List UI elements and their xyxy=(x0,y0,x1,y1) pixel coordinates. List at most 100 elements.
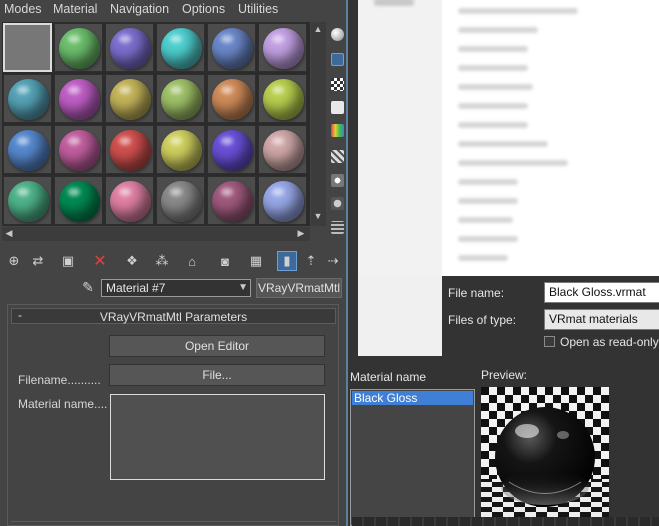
sample-type-icon[interactable] xyxy=(331,28,344,41)
menu-modes[interactable]: Modes xyxy=(4,2,42,16)
files-of-type-label: Files of type: xyxy=(448,313,517,327)
list-item-black-gloss[interactable]: Black Gloss xyxy=(352,391,473,405)
put-to-library-icon[interactable]: ⌂ xyxy=(182,251,202,271)
bottom-edge xyxy=(352,517,659,526)
scroll-up-icon[interactable]: ▲ xyxy=(311,24,325,34)
sample-slot[interactable] xyxy=(207,125,256,174)
sample-slot[interactable] xyxy=(156,176,205,225)
file-item[interactable] xyxy=(458,236,518,242)
make-copy-icon[interactable]: ❖ xyxy=(122,251,142,271)
file-name-input[interactable]: Black Gloss.vrmat xyxy=(544,282,659,303)
material-sphere xyxy=(263,28,304,69)
sample-slot[interactable] xyxy=(105,23,154,72)
sample-slot[interactable] xyxy=(54,176,103,225)
sample-slot[interactable] xyxy=(3,125,52,174)
file-item[interactable] xyxy=(458,122,528,128)
file-item[interactable] xyxy=(458,46,528,52)
reset-map-icon[interactable]: ✕ xyxy=(90,251,110,271)
open-editor-button[interactable]: Open Editor xyxy=(109,335,325,357)
file-item[interactable] xyxy=(458,65,528,71)
sample-slot[interactable] xyxy=(207,74,256,123)
sample-slot[interactable] xyxy=(258,74,307,123)
sample-slot[interactable] xyxy=(258,125,307,174)
material-name-list[interactable]: Black Gloss xyxy=(350,389,475,526)
backlight-icon[interactable] xyxy=(331,53,344,66)
file-item[interactable] xyxy=(458,198,518,204)
menubar: Modes Material Navigation Options Utilit… xyxy=(0,0,346,19)
sample-slot[interactable] xyxy=(258,23,307,72)
menu-material[interactable]: Material xyxy=(53,2,97,16)
uv-tiling-icon[interactable] xyxy=(331,101,344,114)
sample-slot[interactable] xyxy=(105,176,154,225)
material-navigator-icon[interactable] xyxy=(331,221,344,234)
navigation-pane[interactable] xyxy=(358,0,442,276)
put-to-scene-icon[interactable]: ⇄ xyxy=(28,251,48,271)
go-to-parent-icon[interactable]: ⇡ xyxy=(301,251,321,271)
material-name-dropdown[interactable]: Material #7 ▼ xyxy=(101,279,251,297)
sample-slot[interactable] xyxy=(258,176,307,225)
sample-slot[interactable] xyxy=(54,74,103,123)
files-of-type-select[interactable]: VRmat materials xyxy=(544,309,659,330)
scroll-right-icon[interactable]: ▶ xyxy=(294,228,308,239)
sample-slot[interactable] xyxy=(105,74,154,123)
video-color-check-icon[interactable] xyxy=(331,124,344,137)
material-sphere xyxy=(110,181,151,222)
menu-options[interactable]: Options xyxy=(182,2,225,16)
file-item[interactable] xyxy=(458,160,568,166)
show-end-result-icon[interactable]: ▮ xyxy=(277,251,297,271)
make-preview-icon[interactable] xyxy=(331,150,344,163)
sample-slot[interactable] xyxy=(207,176,256,225)
file-item[interactable] xyxy=(458,179,518,185)
material-sphere xyxy=(263,79,304,120)
file-browser-list[interactable] xyxy=(358,0,659,276)
material-type-button[interactable]: VRayVRmatMtl xyxy=(256,278,342,298)
file-item[interactable] xyxy=(458,255,508,261)
read-only-checkbox[interactable] xyxy=(544,336,555,347)
sample-slot[interactable] xyxy=(3,74,52,123)
material-id-icon[interactable]: ◙ xyxy=(215,251,235,271)
menu-navigation[interactable]: Navigation xyxy=(110,2,169,16)
file-item[interactable] xyxy=(458,141,548,147)
make-unique-icon[interactable]: ⁂ xyxy=(152,251,172,271)
rollout-divider xyxy=(11,521,336,526)
sample-slot[interactable] xyxy=(54,23,103,72)
background-icon[interactable] xyxy=(331,78,344,91)
options-icon[interactable] xyxy=(331,174,344,187)
scroll-left-icon[interactable]: ◀ xyxy=(2,228,16,239)
material-sphere xyxy=(263,130,304,171)
eyedropper-icon[interactable]: ✎ xyxy=(80,279,96,297)
sample-slot[interactable] xyxy=(156,74,205,123)
get-material-icon[interactable]: ⊕ xyxy=(4,251,24,271)
sample-slot[interactable] xyxy=(156,23,205,72)
sample-slot[interactable] xyxy=(207,23,256,72)
sample-slot[interactable] xyxy=(3,176,52,225)
slots-vertical-scrollbar[interactable]: ▲ ▼ xyxy=(311,22,326,226)
sample-slot[interactable] xyxy=(3,23,52,72)
material-name-listbox[interactable] xyxy=(110,394,325,480)
material-sphere xyxy=(8,130,49,171)
parameters-rollout: - VRayVRmatMtl Parameters Open Editor Fi… xyxy=(7,304,339,526)
menu-utilities[interactable]: Utilities xyxy=(238,2,278,16)
file-item[interactable] xyxy=(458,217,513,223)
sample-slot[interactable] xyxy=(156,125,205,174)
material-editor: Modes Material Navigation Options Utilit… xyxy=(0,0,346,526)
scroll-down-icon[interactable]: ▼ xyxy=(311,211,325,221)
assign-to-selection-icon[interactable]: ▣ xyxy=(58,251,78,271)
file-item[interactable] xyxy=(458,103,528,109)
file-button[interactable]: File... xyxy=(109,364,325,386)
go-forward-icon[interactable]: ⇢ xyxy=(323,251,343,271)
material-sphere xyxy=(110,28,151,69)
material-preview-image xyxy=(481,387,609,517)
sample-slot[interactable] xyxy=(54,125,103,174)
material-sphere xyxy=(59,28,100,69)
file-item[interactable] xyxy=(458,84,533,90)
nav-item[interactable] xyxy=(374,0,414,6)
file-item[interactable] xyxy=(458,27,538,33)
select-by-material-icon[interactable] xyxy=(331,197,344,210)
sample-slot[interactable] xyxy=(105,125,154,174)
rollout-header[interactable]: - VRayVRmatMtl Parameters xyxy=(11,308,336,324)
file-item[interactable] xyxy=(458,8,578,14)
slots-horizontal-scrollbar[interactable]: ◀ ▶ xyxy=(2,227,310,241)
show-in-viewport-icon[interactable]: ▦ xyxy=(246,251,266,271)
material-sphere xyxy=(212,181,253,222)
